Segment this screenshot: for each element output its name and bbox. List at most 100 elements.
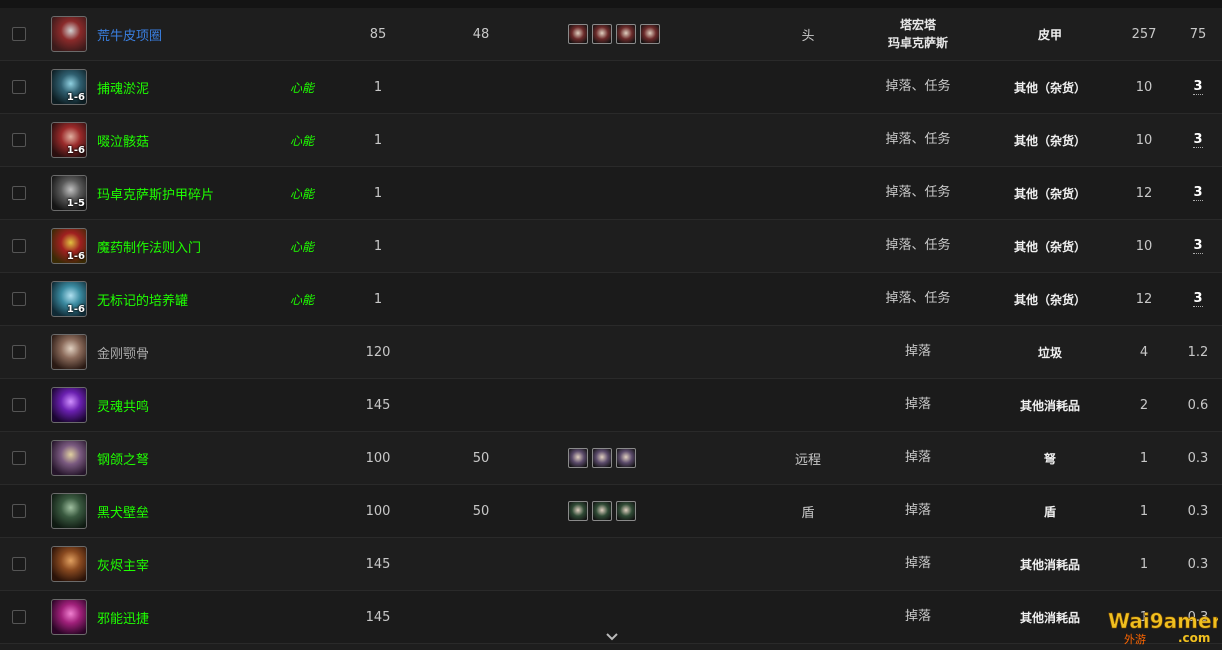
table-row[interactable]: 1-6 捕魂淤泥 心能 1 掉落、任务 其他（杂货） 10 3 (0, 61, 1222, 114)
item-percent[interactable]: 3 (1178, 114, 1218, 166)
checkbox-box[interactable] (12, 398, 26, 412)
armor-shard-icon[interactable]: 1-5 (51, 175, 87, 211)
row-checkbox[interactable] (12, 379, 26, 431)
checkbox-box[interactable] (12, 345, 26, 359)
item-name-link[interactable]: 玛卓克萨斯护甲碎片 (97, 167, 287, 219)
table-row[interactable]: 荒牛皮项圈 85 48 头 塔宏塔 玛卓克萨斯 皮甲 257 75 (0, 8, 1222, 61)
source-zone-text[interactable]: 玛卓克萨斯 (888, 34, 948, 52)
collar-socket-icon[interactable] (616, 24, 636, 44)
item-icon-cell[interactable] (51, 8, 89, 60)
row-checkbox[interactable] (12, 220, 26, 272)
checkbox-box[interactable] (12, 504, 26, 518)
item-percent-text[interactable]: 3 (1193, 238, 1203, 254)
table-row[interactable]: 金刚颚骨 120 掉落 垃圾 4 1.2 (0, 326, 1222, 379)
checkbox-box[interactable] (12, 186, 26, 200)
crossbow-socket-icon[interactable] (568, 448, 588, 468)
row-checkbox[interactable] (12, 61, 26, 113)
soul-resonance-icon[interactable] (51, 387, 87, 423)
item-percent[interactable]: 3 (1178, 167, 1218, 219)
collar-socket-icon[interactable] (568, 24, 588, 44)
item-icon-cell[interactable] (51, 485, 89, 537)
shield-socket-icon[interactable] (592, 501, 612, 521)
item-icon-cell[interactable] (51, 326, 89, 378)
row-checkbox[interactable] (12, 167, 26, 219)
row-checkbox[interactable] (12, 485, 26, 537)
item-name-link-text[interactable]: 魔药制作法则入门 (97, 237, 201, 256)
checkbox-box[interactable] (12, 451, 26, 465)
item-name-link[interactable]: 无标记的培养罐 (97, 273, 287, 325)
row-checkbox[interactable] (12, 114, 26, 166)
item-name-link-text[interactable]: 黑犬壁垒 (97, 502, 149, 521)
item-name-link-text[interactable]: 荒牛皮项圈 (97, 25, 162, 44)
checkbox-box[interactable] (12, 239, 26, 253)
item-name-link-text[interactable]: 邪能迅捷 (97, 608, 149, 627)
item-icon-cell[interactable]: 1-6 (51, 220, 89, 272)
item-name-link-text[interactable]: 无标记的培养罐 (97, 290, 188, 309)
item-name-link[interactable]: 捕魂淤泥 (97, 61, 287, 113)
alchemy-book-icon[interactable]: 1-6 (51, 228, 87, 264)
checkbox-box[interactable] (12, 133, 26, 147)
item-icon-cell[interactable] (51, 538, 89, 590)
checkbox-box[interactable] (12, 27, 26, 41)
table-row[interactable]: 1-6 无标记的培养罐 心能 1 掉落、任务 其他（杂货） 12 3 (0, 273, 1222, 326)
item-percent-text[interactable]: 3 (1193, 185, 1203, 201)
shield-socket-icon[interactable] (568, 501, 588, 521)
item-name-link[interactable]: 邪能迅捷 (97, 591, 287, 643)
item-name-link-text[interactable]: 玛卓克萨斯护甲碎片 (97, 184, 214, 203)
item-icon-cell[interactable] (51, 379, 89, 431)
collar-socket-icon[interactable] (592, 24, 612, 44)
item-icon-cell[interactable]: 1-6 (51, 61, 89, 113)
item-name-link-text[interactable]: 钢颌之弩 (97, 449, 149, 468)
crossbow-socket-icon[interactable] (592, 448, 612, 468)
item-percent-text[interactable]: 3 (1193, 291, 1203, 307)
table-row[interactable]: 1-6 啜泣骸菇 心能 1 掉落、任务 其他（杂货） 10 3 (0, 114, 1222, 167)
item-name-link[interactable]: 啜泣骸菇 (97, 114, 287, 166)
crossbow-socket-icon[interactable] (616, 448, 636, 468)
row-checkbox[interactable] (12, 8, 26, 60)
mushroom-icon[interactable]: 1-6 (51, 122, 87, 158)
item-name-link[interactable]: 黑犬壁垒 (97, 485, 287, 537)
row-checkbox[interactable] (12, 432, 26, 484)
item-name-link-text[interactable]: 灵魂共鸣 (97, 396, 149, 415)
crossbow-icon[interactable] (51, 440, 87, 476)
chevron-down-icon[interactable] (604, 630, 620, 644)
item-percent-text[interactable]: 3 (1193, 132, 1203, 148)
item-name-link-text[interactable]: 捕魂淤泥 (97, 78, 149, 97)
item-icon-cell[interactable]: 1-6 (51, 114, 89, 166)
table-row[interactable]: 1-5 玛卓克萨斯护甲碎片 心能 1 掉落、任务 其他（杂货） 12 3 (0, 167, 1222, 220)
item-name-link[interactable]: 钢颌之弩 (97, 432, 287, 484)
checkbox-box[interactable] (12, 292, 26, 306)
jawbone-icon[interactable] (51, 334, 87, 370)
item-name-link[interactable]: 荒牛皮项圈 (97, 8, 287, 60)
row-checkbox[interactable] (12, 591, 26, 643)
item-icon-cell[interactable] (51, 432, 89, 484)
item-name-link[interactable]: 灰烬主宰 (97, 538, 287, 590)
item-name-link[interactable]: 魔药制作法则入门 (97, 220, 287, 272)
checkbox-box[interactable] (12, 610, 26, 624)
ash-master-icon[interactable] (51, 546, 87, 582)
shield-socket-icon[interactable] (616, 501, 636, 521)
item-name-link-text[interactable]: 啜泣骸菇 (97, 131, 149, 150)
item-percent[interactable]: 3 (1178, 273, 1218, 325)
item-name-link-text[interactable]: 灰烬主宰 (97, 555, 149, 574)
table-row[interactable]: 黑犬壁垒 100 50 盾 掉落 盾 1 0.3 (0, 485, 1222, 538)
culture-jar-icon[interactable]: 1-6 (51, 281, 87, 317)
source-text[interactable]: 塔宏塔 (900, 16, 936, 34)
table-row[interactable]: 灵魂共鸣 145 掉落 其他消耗品 2 0.6 (0, 379, 1222, 432)
item-name-link[interactable]: 金刚颚骨 (97, 326, 287, 378)
item-percent-text[interactable]: 3 (1193, 79, 1203, 95)
item-name-link[interactable]: 灵魂共鸣 (97, 379, 287, 431)
item-icon-cell[interactable]: 1-6 (51, 273, 89, 325)
checkbox-box[interactable] (12, 557, 26, 571)
fel-swiftness-icon[interactable] (51, 599, 87, 635)
table-row[interactable]: 1-6 魔药制作法则入门 心能 1 掉落、任务 其他（杂货） 10 3 (0, 220, 1222, 273)
collar-socket-icon[interactable] (640, 24, 660, 44)
table-row[interactable]: 灰烬主宰 145 掉落 其他消耗品 1 0.3 (0, 538, 1222, 591)
shield-bulwark-icon[interactable] (51, 493, 87, 529)
leather-collar-icon[interactable] (51, 16, 87, 52)
item-icon-cell[interactable] (51, 591, 89, 643)
row-checkbox[interactable] (12, 326, 26, 378)
item-icon-cell[interactable]: 1-5 (51, 167, 89, 219)
checkbox-box[interactable] (12, 80, 26, 94)
item-percent[interactable]: 3 (1178, 61, 1218, 113)
